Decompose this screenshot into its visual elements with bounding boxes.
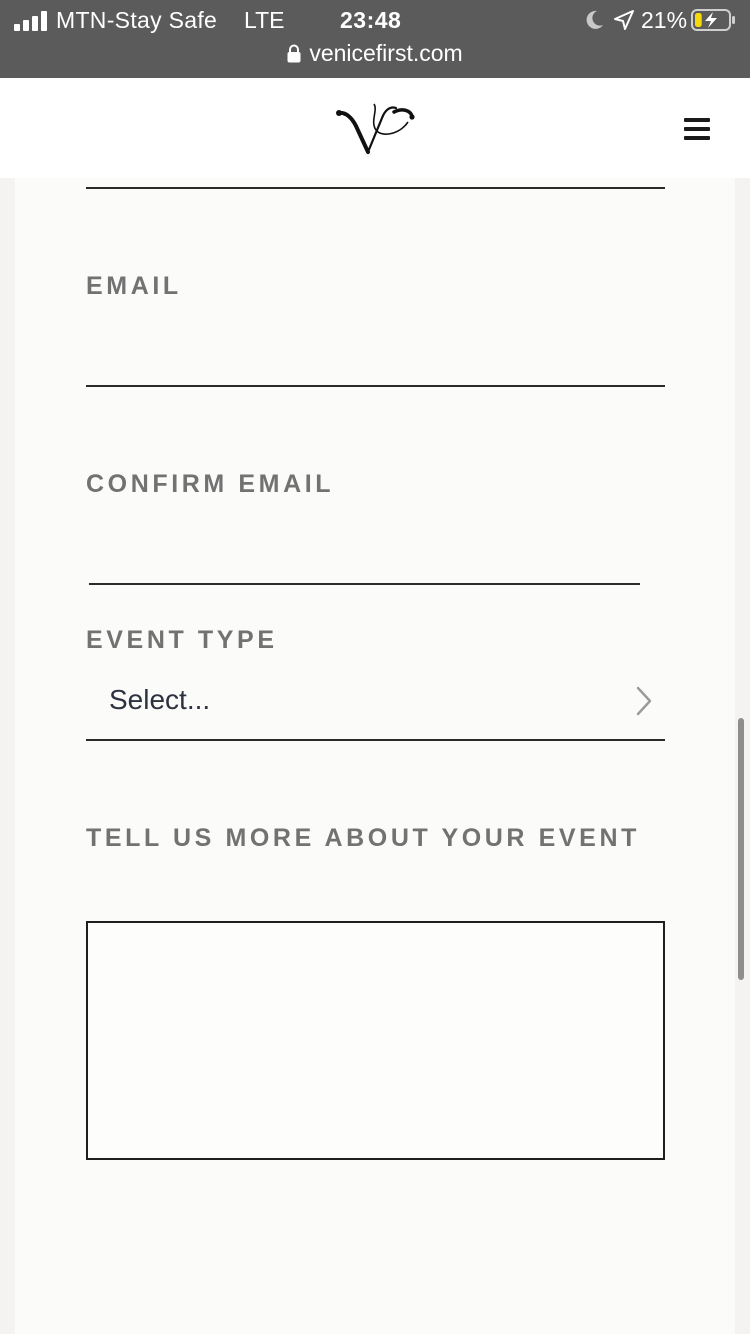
status-time: 23:48 — [340, 7, 402, 33]
confirm-email-label: CONFIRM EMAIL — [86, 470, 335, 498]
battery-charging-icon — [691, 9, 735, 31]
previous-field-underline — [86, 187, 665, 189]
network-type: LTE — [244, 7, 285, 33]
url-text: venicefirst.com — [309, 40, 463, 66]
address-bar[interactable]: venicefirst.com — [0, 40, 750, 68]
status-bar: MTN-Stay Safe LTE 23:48 21% venicefirst.… — [0, 0, 750, 78]
confirm-email-underline — [89, 583, 640, 585]
carrier-name: MTN-Stay Safe — [56, 7, 218, 33]
lock-icon — [287, 44, 301, 63]
event-type-label: EVENT TYPE — [86, 626, 278, 654]
event-type-underline — [86, 739, 665, 741]
location-arrow-icon — [614, 10, 634, 30]
chevron-right-icon — [636, 686, 652, 716]
moon-icon — [586, 10, 603, 29]
email-underline — [86, 385, 665, 387]
event-type-selected-value: Select... — [109, 684, 211, 715]
event-details-textarea[interactable] — [86, 921, 665, 1160]
event-details-label: TELL US MORE ABOUT YOUR EVENT — [86, 824, 640, 852]
event-type-select[interactable]: Select... — [86, 670, 665, 732]
venicefirst-logo-icon[interactable] — [330, 100, 420, 160]
site-header — [0, 78, 750, 178]
page-scrollbar[interactable] — [738, 718, 744, 980]
signal-strength-icon — [14, 11, 48, 31]
confirm-email-input[interactable] — [90, 536, 644, 582]
hamburger-menu-button[interactable] — [680, 114, 714, 144]
email-input[interactable] — [86, 338, 669, 384]
email-label: EMAIL — [86, 272, 182, 300]
battery-percent: 21% — [641, 7, 688, 33]
